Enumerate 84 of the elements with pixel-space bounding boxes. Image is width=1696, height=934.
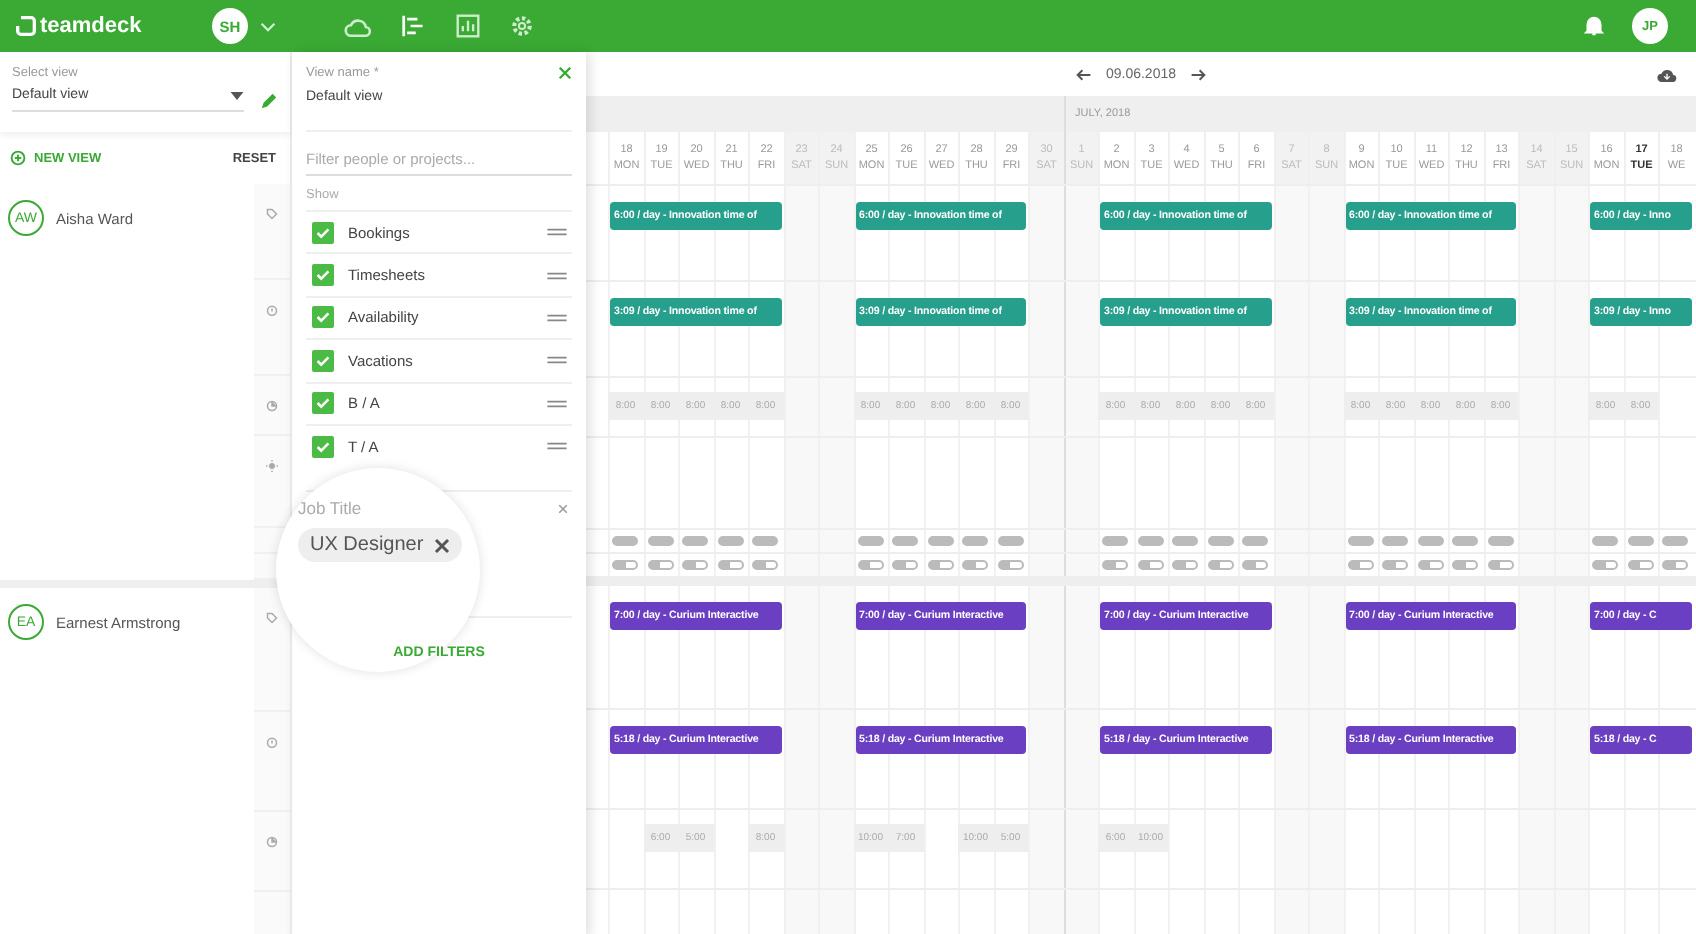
job-title-label: Job Title	[298, 498, 362, 519]
toggle-pill[interactable]	[717, 536, 744, 546]
toggle-pill[interactable]	[927, 560, 954, 570]
toggle-pill[interactable]	[1102, 560, 1129, 570]
chevron-icon[interactable]	[260, 21, 276, 31]
cloud-icon[interactable]	[344, 15, 372, 37]
toggle-pill[interactable]	[962, 560, 989, 570]
checkbox[interactable]	[312, 264, 334, 287]
toggle-pill[interactable]	[1137, 536, 1164, 546]
toggle-pill[interactable]	[1417, 536, 1444, 546]
drag-handle-icon[interactable]	[546, 399, 568, 408]
toggle-pill[interactable]	[1242, 560, 1269, 570]
toggle-pill[interactable]	[857, 536, 884, 546]
toggle-pill[interactable]	[1627, 536, 1654, 546]
drag-handle-icon[interactable]	[546, 442, 568, 451]
toggle-pill[interactable]	[1662, 560, 1689, 570]
logo-text: teamdeck	[40, 14, 142, 38]
toggle-pill[interactable]	[1102, 536, 1129, 546]
gantt-icon[interactable]	[402, 14, 426, 38]
checkbox[interactable]	[312, 392, 334, 415]
toggle-pill[interactable]	[647, 560, 674, 570]
checkbox[interactable]	[312, 435, 334, 458]
drag-handle-icon[interactable]	[546, 228, 568, 237]
checkbox[interactable]	[312, 306, 334, 329]
settings-icon[interactable]	[510, 14, 534, 38]
toggle-pill[interactable]	[1627, 560, 1654, 570]
toggle-pill[interactable]	[1452, 560, 1479, 570]
toggle-pill[interactable]	[752, 536, 779, 546]
bell-icon[interactable]	[1584, 14, 1604, 38]
toggle-pill[interactable]	[1382, 536, 1409, 546]
toggle-pill[interactable]	[892, 560, 919, 570]
toggle-pill[interactable]	[892, 536, 919, 546]
toggle-pill[interactable]	[1137, 560, 1164, 570]
filter-chip[interactable]: UX Designer	[298, 528, 462, 563]
clock-icon	[266, 736, 279, 748]
toggle-pill[interactable]	[962, 536, 989, 546]
toggle-pill[interactable]	[1487, 536, 1514, 546]
drag-handle-icon[interactable]	[546, 313, 568, 322]
toggle-pill[interactable]	[1207, 560, 1234, 570]
toggle-pill[interactable]	[1347, 536, 1374, 546]
caret-icon	[230, 91, 244, 99]
toggle-pill[interactable]	[1417, 560, 1444, 570]
toggle-pill[interactable]	[857, 560, 884, 570]
sun-icon	[266, 460, 279, 472]
toggle-pill[interactable]	[612, 536, 639, 546]
toggle-pill[interactable]	[1452, 536, 1479, 546]
tag-icon	[266, 208, 279, 220]
tag-icon	[266, 612, 279, 624]
checkbox[interactable]	[312, 349, 334, 372]
clock-icon	[266, 304, 279, 316]
drag-handle-icon[interactable]	[546, 356, 568, 365]
cloud-download-icon[interactable]	[1656, 66, 1678, 84]
chart-icon[interactable]	[456, 14, 480, 38]
pencil-icon[interactable]	[260, 91, 278, 109]
toggle-pill[interactable]	[717, 560, 744, 570]
toggle-pill[interactable]	[682, 560, 709, 570]
toggle-pill[interactable]	[1242, 536, 1269, 546]
toggle-pill[interactable]	[647, 536, 674, 546]
checkbox[interactable]	[312, 221, 334, 244]
logo-icon	[16, 16, 36, 36]
toggle-pill[interactable]	[1382, 560, 1409, 570]
toggle-pill[interactable]	[1347, 560, 1374, 570]
pie-icon	[266, 400, 279, 412]
drag-handle-icon[interactable]	[546, 271, 568, 280]
toggle-pill[interactable]	[927, 536, 954, 546]
toggle-pill[interactable]	[1487, 560, 1514, 570]
arrow-right-icon[interactable]	[1190, 67, 1207, 81]
toggle-pill[interactable]	[1172, 560, 1199, 570]
toggle-pill[interactable]	[1662, 536, 1689, 546]
pie-icon	[266, 836, 279, 848]
arrow-left-icon[interactable]	[1075, 67, 1092, 81]
toggle-pill[interactable]	[612, 560, 639, 570]
toggle-pill[interactable]	[997, 536, 1024, 546]
toggle-pill[interactable]	[1207, 536, 1234, 546]
toggle-pill[interactable]	[1172, 536, 1199, 546]
toggle-pill[interactable]	[1592, 536, 1619, 546]
close-icon[interactable]	[558, 504, 568, 515]
toggle-pill[interactable]	[997, 560, 1024, 570]
toggle-pill[interactable]	[1592, 560, 1619, 570]
plus-circle-icon	[10, 150, 26, 166]
toggle-pill[interactable]	[752, 560, 779, 570]
close-icon[interactable]	[558, 66, 572, 80]
close-icon[interactable]	[433, 537, 450, 554]
toggle-pill[interactable]	[682, 536, 709, 546]
